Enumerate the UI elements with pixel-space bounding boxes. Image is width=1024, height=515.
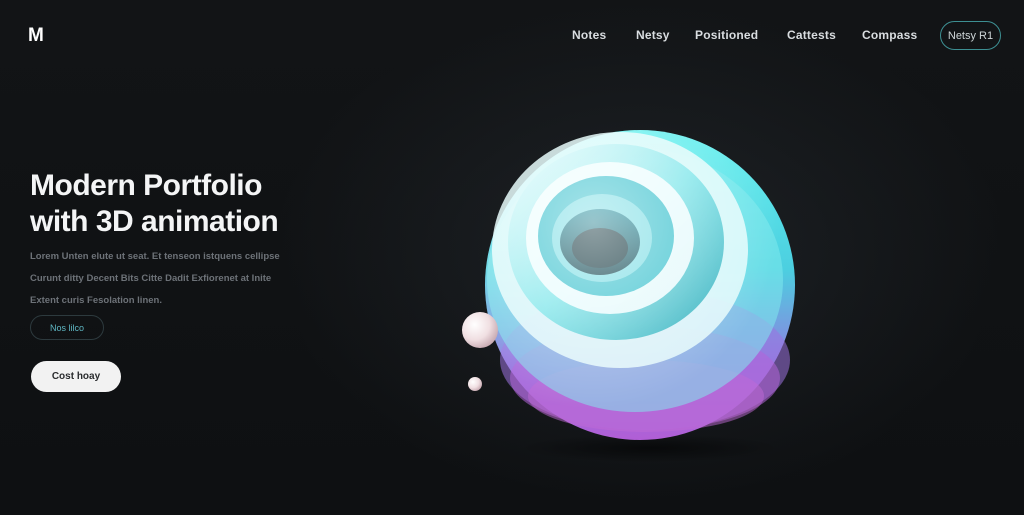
hero-title-line: with 3D animation: [30, 205, 279, 238]
secondary-button[interactable]: Nos lilco: [30, 315, 104, 340]
hero-title-line: Modern Portfolio: [30, 169, 262, 202]
nav-item-compass[interactable]: Compass: [862, 28, 932, 42]
primary-button[interactable]: Cost hoay: [31, 361, 121, 392]
hero-title: Modern Portfolio with 3D animation: [30, 168, 370, 240]
hero-description: Lorem Unten elute ut seat. Et tenseon is…: [30, 246, 330, 312]
swirl-sphere: [485, 130, 795, 440]
hero-3d-swirl-icon: [462, 130, 795, 462]
hero-description-line: Extent curis Fesolation linen.: [30, 295, 162, 306]
nav-item-cattests[interactable]: Cattests: [787, 28, 862, 42]
hero-description-line: Lorem Unten elute ut seat. Et tenseon is…: [30, 251, 280, 262]
nav-item-netsy[interactable]: Netsy: [636, 28, 695, 42]
nav-item-notes[interactable]: Notes: [572, 28, 636, 42]
header-cta-button[interactable]: Netsy R1: [940, 21, 1001, 50]
main-nav: Notes Netsy Positioned Cattests Compass: [572, 28, 932, 42]
logo[interactable]: M: [28, 25, 44, 47]
page: M Notes Netsy Positioned Cattests Compas…: [0, 0, 1024, 515]
large-orb-icon: [462, 312, 498, 348]
nav-item-positioned[interactable]: Positioned: [695, 28, 787, 42]
small-orb-icon: [468, 377, 482, 391]
hero-description-line: Curunt ditty Decent Bits Citte Dadit Exf…: [30, 273, 272, 284]
